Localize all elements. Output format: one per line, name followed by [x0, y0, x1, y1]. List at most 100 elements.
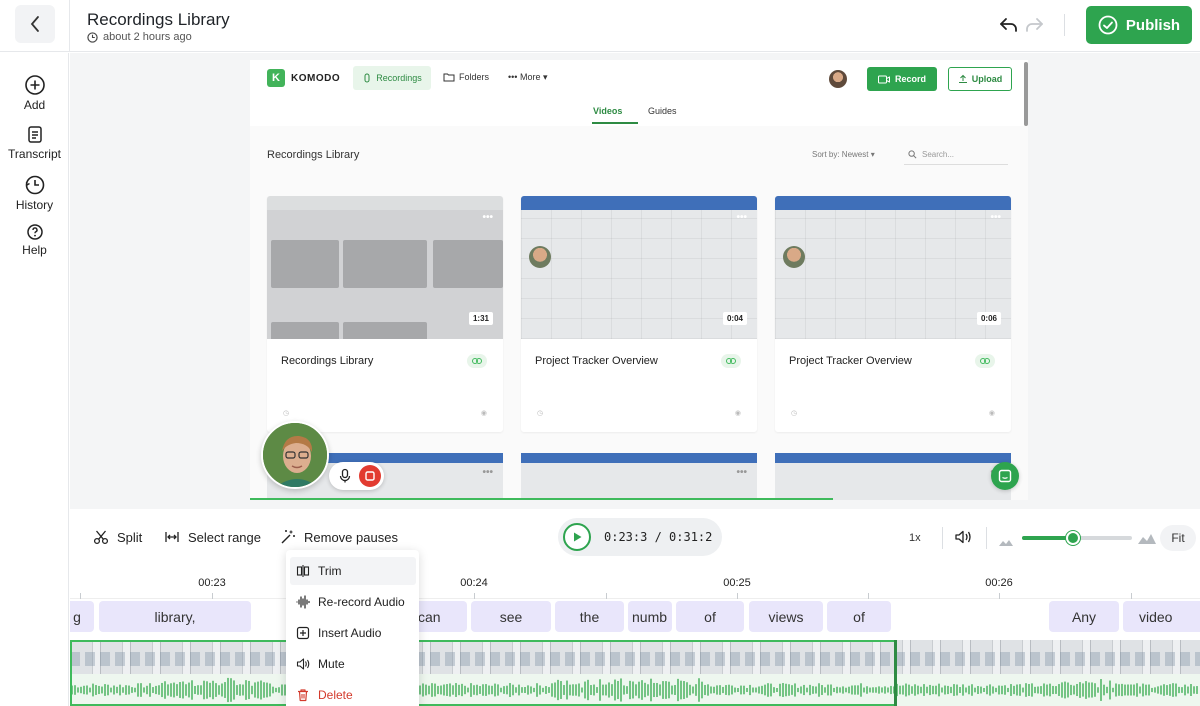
preview-scrollbar[interactable]: [1024, 62, 1028, 126]
menu-item-label: Mute: [318, 657, 345, 671]
duration-badge: 1:31: [468, 312, 493, 325]
thumbnail-tile: [433, 240, 503, 288]
remove-pauses-button[interactable]: Remove pauses: [280, 529, 398, 545]
clip-selection[interactable]: [70, 640, 896, 706]
sidebar-item-add[interactable]: Add: [0, 74, 69, 112]
word-chip[interactable]: the: [555, 601, 624, 632]
ruler-tick-label: 00:23: [198, 577, 226, 589]
split-button[interactable]: Split: [93, 529, 142, 545]
library-heading: Recordings Library: [267, 149, 360, 161]
trim-icon: [296, 565, 310, 577]
word-chip[interactable]: numb: [628, 601, 672, 632]
editor-app: Recordings Library about 2 hours ago Pub…: [0, 0, 1200, 706]
last-saved-text: about 2 hours ago: [103, 31, 192, 43]
menu-item-insert-audio[interactable]: Insert Audio: [290, 619, 416, 647]
video-card: ••• 0:04 Project Tracker Overview ◷ ◉: [521, 196, 757, 432]
nav-recordings: Recordings: [353, 66, 431, 90]
nav-recordings-label: Recordings: [376, 73, 422, 83]
menu-item-label: Trim: [318, 564, 342, 578]
search-placeholder: Search...: [922, 150, 955, 159]
thumbnail-header: [521, 196, 757, 210]
more-dots-icon: •••: [736, 212, 747, 223]
fit-button[interactable]: Fit: [1160, 525, 1196, 551]
split-label: Split: [117, 529, 143, 545]
toolbar-divider: [986, 527, 987, 549]
komodo-logo: K: [267, 69, 285, 87]
word-chip[interactable]: of: [827, 601, 891, 632]
video-thumbnail: ••• 0:04: [521, 196, 757, 339]
sidebar-item-help[interactable]: Help: [0, 223, 69, 257]
meta-placeholder: ◷: [537, 410, 544, 417]
more-dots-icon: •••: [482, 212, 493, 223]
meta-placeholder: ◉: [988, 410, 995, 417]
timecode: 0:23:3 / 0:31:2: [604, 530, 713, 544]
remove-pauses-label: Remove pauses: [304, 529, 398, 545]
word-chip[interactable]: views: [749, 601, 823, 632]
meta-placeholder: ◉: [734, 410, 741, 417]
link-icon: [467, 354, 487, 368]
camera-icon: [877, 75, 890, 83]
back-button[interactable]: [15, 5, 55, 43]
microphone-icon[interactable]: [337, 468, 353, 484]
webcam-thumb: [783, 246, 805, 268]
chat-icon: [998, 469, 1012, 483]
upload-label: Upload: [971, 74, 1003, 84]
redo-icon: [1026, 18, 1043, 32]
duration-badge: 0:06: [976, 312, 1001, 325]
sidebar-item-history[interactable]: History: [0, 174, 69, 212]
zoom-in-icon[interactable]: [1138, 531, 1156, 549]
history-icon: [25, 175, 44, 195]
thumbnail-content: [521, 210, 757, 339]
menu-item-rerecord-audio[interactable]: Re-record Audio: [290, 588, 416, 616]
select-range-button[interactable]: Select range: [164, 529, 261, 545]
zoom-out-icon[interactable]: [999, 533, 1013, 551]
undo-button[interactable]: [998, 14, 1020, 36]
sort-select: Sort by: Newest ▾: [812, 150, 875, 159]
search-field: Search...: [904, 145, 1008, 165]
chat-widget[interactable]: [991, 462, 1019, 490]
link-icon: [975, 354, 995, 368]
recording-preview[interactable]: K KOMODO Recordings Folders ••• More ▾ R…: [250, 60, 1028, 500]
playback-control: 0:23:3 / 0:31:2: [558, 518, 722, 556]
webcam-bubble[interactable]: [261, 421, 329, 489]
media-track[interactable]: [70, 640, 1200, 706]
recordings-icon: [364, 73, 370, 83]
sidebar-item-transcript[interactable]: Transcript: [0, 125, 69, 161]
word-chip[interactable]: Any: [1049, 601, 1119, 632]
stop-recording-button[interactable]: [359, 465, 381, 487]
play-icon: [574, 532, 582, 542]
thumbnail-header: [521, 453, 757, 463]
video-title: Project Tracker Overview: [535, 355, 658, 367]
redo-button[interactable]: [1023, 14, 1045, 36]
playback-speed[interactable]: 1x: [909, 532, 921, 544]
thumbnail-header: [775, 196, 1011, 210]
thumbnail-content: [775, 210, 1011, 339]
select-range-label: Select range: [188, 529, 261, 545]
tab-videos-underline: [592, 122, 638, 124]
word-chip[interactable]: library,: [99, 601, 251, 632]
word-chip[interactable]: video: [1123, 601, 1200, 632]
word-chip[interactable]: g: [70, 601, 94, 632]
recorded-tabs: Videos Guides: [250, 98, 1028, 126]
link-icon: [721, 354, 741, 368]
check-circle-icon: [1098, 15, 1118, 35]
timeline-ruler[interactable]: 00:23 00:24 00:25 00:26: [70, 565, 1200, 599]
document-icon: [27, 126, 42, 143]
zoom-slider[interactable]: [1022, 531, 1132, 545]
menu-item-trim[interactable]: Trim: [290, 557, 416, 585]
word-chip[interactable]: of: [676, 601, 744, 632]
more-dots-icon: •••: [736, 467, 747, 478]
word-chip[interactable]: see: [471, 601, 551, 632]
menu-item-mute[interactable]: Mute: [290, 650, 416, 678]
zoom-handle[interactable]: [1065, 531, 1080, 545]
sidebar-item-label: Transcript: [8, 147, 61, 161]
publish-button[interactable]: Publish: [1086, 6, 1192, 44]
meta-placeholder: ◷: [283, 410, 290, 417]
clip-trim-handle[interactable]: [894, 640, 897, 706]
video-card-partial: •••: [521, 453, 757, 500]
play-button[interactable]: [563, 523, 591, 551]
menu-item-delete[interactable]: Delete: [290, 681, 416, 706]
header: Recordings Library about 2 hours ago Pub…: [0, 0, 1200, 52]
volume-button[interactable]: [954, 529, 972, 550]
magic-wand-icon: [281, 530, 295, 544]
